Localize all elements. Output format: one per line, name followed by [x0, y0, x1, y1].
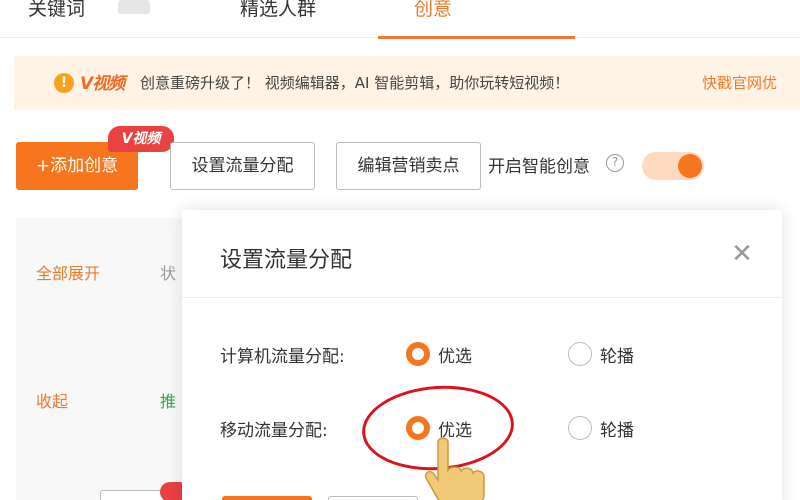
expand-all-link[interactable]: 全部展开: [36, 260, 100, 284]
smart-creative-label: 开启智能创意: [488, 157, 590, 177]
top-tab-bar: 关键词 精选人群 创意: [0, 0, 800, 39]
v-video-badge: V视频: [108, 126, 174, 152]
pointing-hand-icon: [424, 437, 485, 500]
status-label: 状: [160, 264, 177, 283]
dialog-title: 设置流量分配: [220, 248, 353, 273]
promote-status-label: 推: [160, 392, 177, 411]
edit-selling-points-button[interactable]: 编辑营销卖点: [336, 142, 481, 190]
mobile-rotate-label[interactable]: 轮播: [600, 416, 634, 441]
mobile-traffic-label: 移动流量分配:: [220, 421, 328, 441]
row-action-button[interactable]: [100, 490, 164, 500]
v-video-logo: V视频: [80, 74, 125, 94]
toggle-knob: [678, 154, 702, 178]
cancel-button[interactable]: [328, 496, 418, 500]
help-icon[interactable]: ?: [606, 154, 624, 172]
set-traffic-allocation-button[interactable]: 设置流量分配: [170, 142, 315, 190]
official-site-link[interactable]: 快戳官网优: [702, 72, 777, 93]
pc-preferred-label[interactable]: 优选: [438, 342, 472, 367]
tab-placeholder-icon: [118, 0, 150, 14]
alert-icon: !: [54, 73, 74, 93]
tab-keywords[interactable]: 关键词: [28, 0, 85, 21]
pc-rotate-radio[interactable]: [568, 342, 592, 366]
smart-creative-toggle[interactable]: [642, 152, 704, 180]
tab-selected-audience[interactable]: 精选人群: [240, 0, 316, 21]
pc-rotate-label[interactable]: 轮播: [600, 342, 634, 367]
dialog-header: 设置流量分配 ✕: [182, 210, 782, 298]
collapse-link[interactable]: 收起: [36, 388, 68, 412]
active-tab-indicator: [378, 36, 575, 39]
announcement-text: 创意重磅升级了！ 视频编辑器，AI 智能剪辑，助你玩转短视频！: [140, 74, 570, 92]
pc-traffic-label: 计算机流量分配:: [220, 347, 345, 367]
announcement-banner: ! V视频 创意重磅升级了！ 视频编辑器，AI 智能剪辑，助你玩转短视频！ 快戳…: [14, 56, 800, 110]
mobile-rotate-radio[interactable]: [568, 416, 592, 440]
tab-creative[interactable]: 创意: [414, 0, 452, 21]
pc-preferred-radio[interactable]: [406, 342, 430, 366]
confirm-button[interactable]: [222, 496, 312, 500]
close-icon[interactable]: ✕: [728, 240, 756, 268]
